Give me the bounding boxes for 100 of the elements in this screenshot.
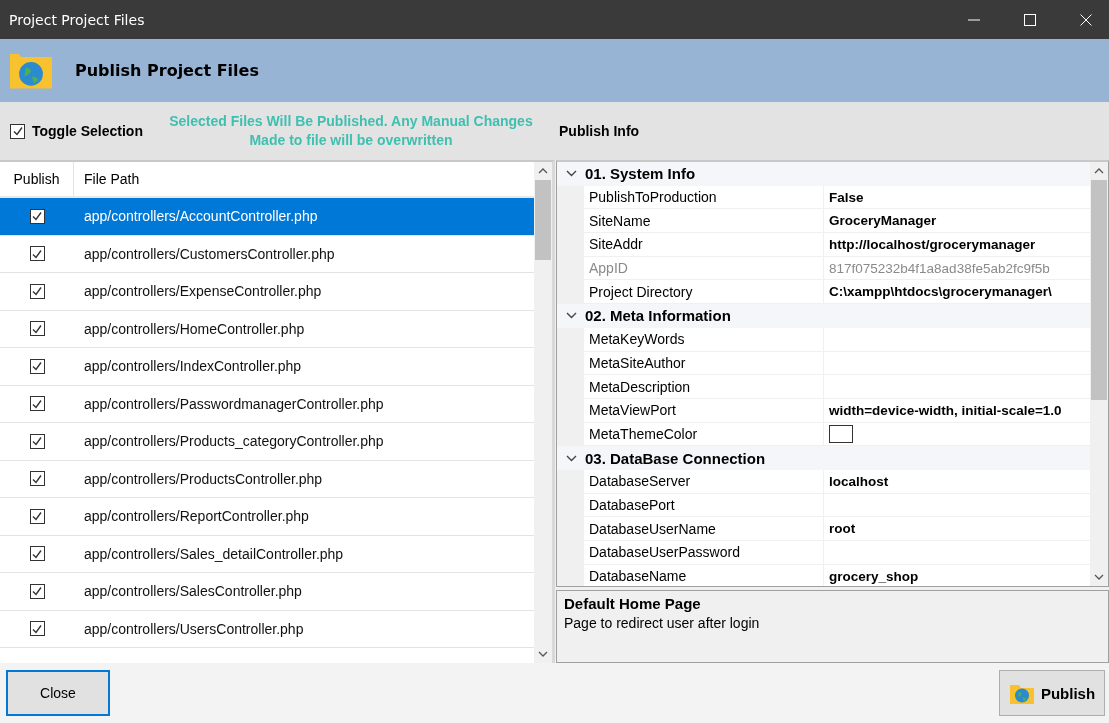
- publish-checkbox[interactable]: [29, 321, 45, 337]
- file-row[interactable]: app/controllers/ProductsController.php: [0, 460, 534, 498]
- property-value[interactable]: localhost: [829, 473, 889, 489]
- property-value[interactable]: grocery_shop: [829, 568, 919, 584]
- file-path: app/controllers/PasswordmanagerController.php: [84, 395, 384, 412]
- property-name[interactable]: DatabasePort: [589, 496, 675, 513]
- header-title: Publish Project Files: [75, 61, 259, 80]
- scroll-thumb[interactable]: [535, 180, 551, 260]
- file-path: app/controllers/UsersController.php: [84, 620, 304, 637]
- scroll-down-icon[interactable]: [538, 651, 548, 657]
- property-name[interactable]: DatabaseName: [589, 568, 687, 585]
- file-row[interactable]: app/controllers/IndexController.php: [0, 348, 534, 386]
- file-row[interactable]: app/controllers/Sales_detailController.php: [0, 535, 534, 573]
- check-icon: [31, 547, 43, 560]
- file-path: app/controllers/IndexController.php: [84, 358, 302, 375]
- publish-checkbox[interactable]: [29, 508, 45, 524]
- toggle-checkbox[interactable]: [10, 123, 25, 139]
- check-icon: [31, 622, 43, 635]
- check-icon: [31, 397, 43, 410]
- publish-checkbox[interactable]: [29, 546, 45, 562]
- publish-checkbox[interactable]: [29, 583, 45, 599]
- folder-globe-icon: [1008, 682, 1035, 704]
- notice-text: Selected Files Will Be Published. Any Manual Changes Made to file will be overwritten: [168, 112, 534, 150]
- file-path: app/controllers/SalesController.php: [84, 583, 302, 600]
- file-path: app/controllers/AccountController.php: [84, 208, 318, 225]
- file-path: app/controllers/CustomersController.php: [84, 245, 335, 262]
- category-label: 02. Meta Information: [585, 307, 731, 325]
- publish-checkbox[interactable]: [29, 358, 45, 374]
- file-path: app/controllers/ProductsController.php: [84, 470, 323, 487]
- chevron-icon: [565, 170, 577, 178]
- publish-checkbox[interactable]: [29, 396, 45, 412]
- close-button[interactable]: Close: [6, 670, 110, 716]
- publish-button[interactable]: Publish: [999, 670, 1105, 716]
- check-icon: [31, 585, 43, 598]
- scroll-thumb[interactable]: [1091, 180, 1107, 400]
- property-name[interactable]: SiteName: [589, 212, 651, 229]
- property-name[interactable]: DatabaseServer: [589, 473, 691, 490]
- scrollbar[interactable]: [1090, 162, 1108, 586]
- file-row[interactable]: app/controllers/PasswordmanagerController.php: [0, 385, 534, 423]
- toggle-label[interactable]: Toggle Selection: [32, 123, 143, 139]
- property-value[interactable]: GroceryManager: [829, 213, 937, 229]
- check-icon: [31, 510, 43, 523]
- file-row[interactable]: app/controllers/ExpenseController.php: [0, 273, 534, 311]
- property-value[interactable]: root: [829, 521, 856, 537]
- property-name[interactable]: SiteAddr: [589, 236, 643, 253]
- scroll-up-icon[interactable]: [538, 168, 548, 174]
- file-row[interactable]: app/controllers/CustomersController.php: [0, 235, 534, 273]
- check-icon: [31, 210, 43, 223]
- file-path: app/controllers/Sales_detailController.php: [84, 545, 344, 562]
- file-row[interactable]: app/controllers/HomeController.php: [0, 310, 534, 348]
- maximize-icon: [1024, 13, 1036, 26]
- property-name[interactable]: MetaDescription: [589, 378, 691, 395]
- property-value[interactable]: http://localhost/grocerymanager: [829, 236, 1036, 252]
- scrollbar[interactable]: [534, 162, 552, 663]
- property-name[interactable]: MetaThemeColor: [589, 425, 698, 442]
- check-icon: [31, 360, 43, 373]
- property-name[interactable]: MetaSiteAuthor: [589, 354, 686, 371]
- panel-title: Publish Info: [559, 123, 640, 139]
- publish-checkbox[interactable]: [29, 621, 45, 637]
- description-text: Page to redirect user after login: [564, 615, 761, 631]
- file-row[interactable]: app/controllers/ReportController.php: [0, 498, 534, 536]
- scroll-down-icon[interactable]: [1094, 574, 1104, 580]
- column-header[interactable]: File Path: [74, 162, 534, 196]
- column-header[interactable]: Publish: [0, 162, 74, 196]
- file-row[interactable]: app/controllers/AccountController.php: [0, 198, 534, 236]
- check-icon: [31, 322, 43, 335]
- property-name[interactable]: PublishToProduction: [589, 189, 717, 206]
- chevron-icon: [565, 312, 577, 320]
- scroll-up-icon[interactable]: [1094, 168, 1104, 174]
- file-path: app/controllers/ReportController.php: [84, 508, 309, 525]
- window-title: Project Project Files: [9, 11, 145, 28]
- publish-checkbox[interactable]: [29, 433, 45, 449]
- property-name[interactable]: MetaViewPort: [589, 402, 676, 419]
- file-path: app/controllers/HomeController.php: [84, 320, 305, 337]
- publish-checkbox[interactable]: [29, 246, 45, 262]
- category-label: 01. System Info: [585, 165, 696, 183]
- chevron-icon: [565, 454, 577, 462]
- category-label: 03. DataBase Connection: [585, 449, 766, 467]
- check-icon: [31, 472, 43, 485]
- close-icon: [1080, 13, 1092, 26]
- property-value[interactable]: False: [829, 189, 864, 205]
- property-value[interactable]: width=device-width, initial-scale=1.0: [829, 402, 1062, 418]
- publish-checkbox[interactable]: [29, 283, 45, 299]
- file-row[interactable]: app/controllers/Products_categoryController.php: [0, 423, 534, 461]
- check-icon: [31, 435, 43, 448]
- file-row[interactable]: app/controllers/SalesController.php: [0, 573, 534, 611]
- publish-checkbox[interactable]: [29, 471, 45, 487]
- description-title: Default Home Page: [564, 595, 702, 612]
- property-name[interactable]: MetaKeyWords: [589, 331, 685, 348]
- file-path: app/controllers/ExpenseController.php: [84, 283, 322, 300]
- check-icon: [31, 285, 43, 298]
- file-path: app/controllers/Products_categoryController.php: [84, 433, 384, 450]
- publish-checkbox[interactable]: [29, 208, 45, 224]
- color-swatch[interactable]: [829, 424, 853, 443]
- file-row[interactable]: app/controllers/UsersController.php: [0, 610, 534, 648]
- property-name[interactable]: Project Directory: [589, 283, 693, 300]
- check-icon: [11, 125, 24, 137]
- check-icon: [31, 247, 43, 260]
- property-name[interactable]: DatabaseUserName: [589, 520, 716, 537]
- property-value[interactable]: C:\xampp\htdocs\grocerymanager\: [829, 284, 1052, 300]
